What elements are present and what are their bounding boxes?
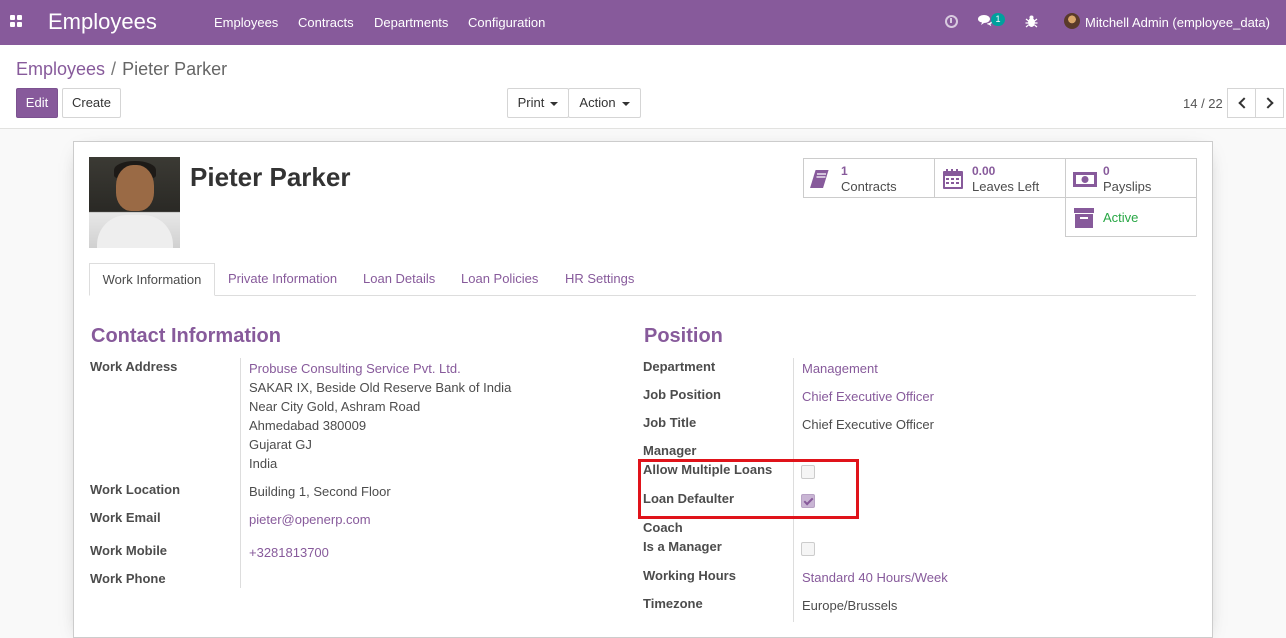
work-phone-label: Work Phone [90,571,166,586]
payslips-label: Payslips [1103,179,1152,194]
breadcrumb: Employees / Pieter Parker [16,59,227,80]
coach-label: Coach [643,520,683,535]
bug-icon[interactable] [1025,14,1038,31]
action-button[interactable]: Action [568,88,641,118]
work-address-line: Gujarat GJ [249,437,312,452]
pager-next-button[interactable] [1255,88,1284,118]
payslips-count: 0 [1103,164,1110,178]
loan-fields-highlight [638,459,859,519]
work-email-link[interactable]: pieter@openerp.com [249,512,371,527]
manager-label: Manager [643,443,697,458]
contracts-label: Contracts [841,179,897,194]
employee-photo[interactable] [89,157,180,248]
contact-divider [240,358,241,588]
work-address-line: India [249,456,278,471]
job-position-link[interactable]: Chief Executive Officer [802,389,934,404]
work-address-line: SAKAR IX, Beside Old Reserve Bank of Ind… [249,380,512,395]
tabs-divider [89,295,1196,296]
contracts-stat-button[interactable]: 1 Contracts [803,158,935,198]
tab-loan-details[interactable]: Loan Details [363,271,435,286]
menu-contracts[interactable]: Contracts [298,15,354,30]
calendar-icon [941,167,965,194]
user-menu[interactable]: Mitchell Admin (employee_data) [1085,15,1270,30]
department-link[interactable]: Management [802,361,878,376]
user-avatar[interactable] [1064,13,1080,29]
position-section-title: Position [644,325,723,347]
job-title-value: Chief Executive Officer [802,417,934,432]
chevron-left-icon [1238,97,1250,109]
work-mobile-label: Work Mobile [90,543,168,558]
job-position-label: Job Position [643,387,721,402]
contracts-count: 1 [841,164,848,178]
archive-icon [1072,206,1096,233]
leaves-stat-button[interactable]: 0.00 Leaves Left [934,158,1066,198]
action-label: Action [579,95,616,110]
work-address-line: Ahmedabad 380009 [249,418,367,433]
work-mobile-link[interactable]: +3281813700 [249,545,329,560]
pager-previous-button[interactable] [1227,88,1256,118]
tab-private-information[interactable]: Private Information [228,271,337,286]
book-icon [810,167,834,194]
timezone-label: Timezone [643,596,703,611]
chevron-right-icon [1262,97,1274,109]
menu-configuration[interactable]: Configuration [468,15,545,30]
edit-button[interactable]: Edit [16,88,58,118]
timezone-value[interactable]: Europe/Brussels [802,598,897,613]
contact-section-title: Contact Information [91,325,281,347]
active-toggle-button[interactable]: Active [1065,197,1197,237]
active-status: Active [1103,210,1139,225]
control-panel: Employees / Pieter Parker Edit Create Prin… [0,45,1286,129]
app-title: Employees [48,9,157,34]
messages-badge: 1 [991,13,1005,26]
chevron-down-icon [550,101,559,106]
tab-loan-policies[interactable]: Loan Policies [461,271,538,286]
leaves-label: Leaves Left [972,179,1040,194]
apps-icon[interactable] [10,15,22,27]
tab-work-information[interactable]: Work Information [89,263,215,296]
create-button[interactable]: Create [62,88,121,118]
work-address-label: Work Address [90,359,178,374]
menu-departments[interactable]: Departments [374,15,448,30]
print-label: Print [517,95,545,110]
work-email-label: Work Email [90,510,161,525]
money-icon [1072,167,1098,194]
working-hours-label: Working Hours [643,568,736,583]
employee-name: Pieter Parker [190,162,351,192]
breadcrumb-separator: / [111,59,117,79]
print-button[interactable]: Print [507,88,569,118]
breadcrumb-current: Pieter Parker [122,59,228,79]
payslips-stat-button[interactable]: 0 Payslips [1065,158,1197,198]
work-location-label: Work Location [90,482,181,497]
work-address-line: Near City Gold, Ashram Road [249,399,421,414]
work-address-company-link[interactable]: Probuse Consulting Service Pvt. Ltd. [249,361,461,376]
tab-hr-settings[interactable]: HR Settings [565,271,634,286]
work-location-value: Building 1, Second Floor [249,484,391,499]
working-hours-link[interactable]: Standard 40 Hours/Week [802,570,948,585]
job-title-label: Job Title [643,415,697,430]
leaves-count: 0.00 [972,164,996,178]
pager-value[interactable]: 14 / 22 [1183,96,1223,111]
department-label: Department [643,359,716,374]
top-navbar: Employees Employees Contracts Department… [0,0,1286,45]
is-manager-checkbox[interactable] [801,542,815,556]
menu-employees[interactable]: Employees [214,15,278,30]
clock-icon[interactable] [945,15,958,28]
chevron-down-icon [621,101,630,106]
breadcrumb-employees[interactable]: Employees [16,59,105,79]
is-manager-label: Is a Manager [643,539,722,554]
